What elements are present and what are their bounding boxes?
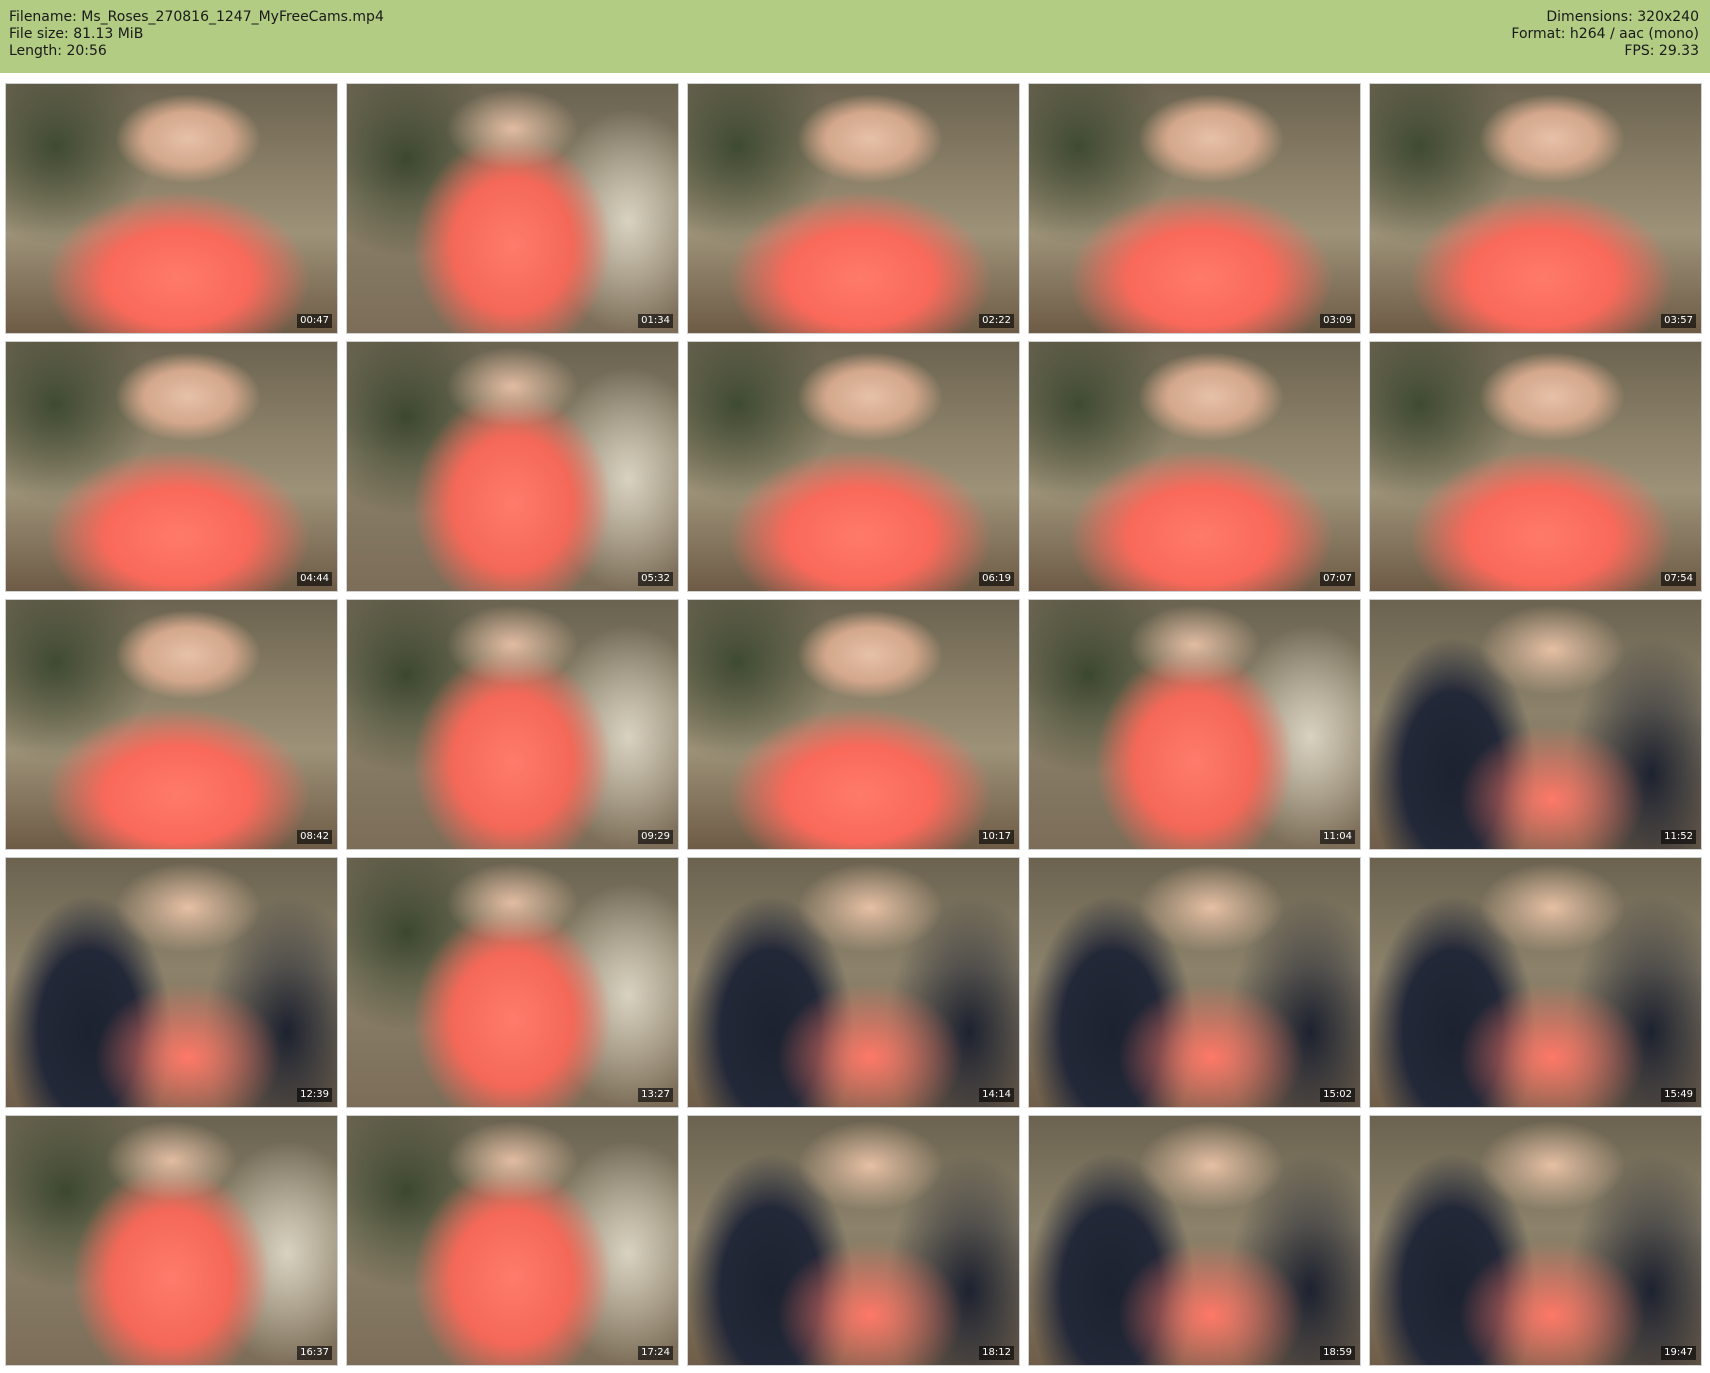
thumbnail: 12:39 (5, 857, 338, 1108)
thumbnail-timestamp: 00:47 (297, 314, 332, 328)
thumbnail: 13:27 (346, 857, 679, 1108)
thumbnail: 06:19 (687, 341, 1020, 592)
filename-text: Filename: Ms_Roses_270816_1247_MyFreeCam… (9, 9, 384, 25)
thumbnail-timestamp: 06:19 (979, 572, 1014, 586)
thumbnail: 01:34 (346, 83, 679, 334)
file-size-text: File size: 81.13 MiB (9, 26, 144, 42)
info-header: Filename: Ms_Roses_270816_1247_MyFreeCam… (0, 0, 1710, 73)
thumbnail-timestamp: 03:57 (1661, 314, 1696, 328)
thumbnail: 14:14 (687, 857, 1020, 1108)
format-text: Format: h264 / aac (mono) (1511, 26, 1699, 42)
thumbnail-timestamp: 14:14 (979, 1088, 1014, 1102)
thumbnail: 17:24 (346, 1115, 679, 1366)
thumbnail-grid: 00:47 01:34 02:22 03:09 03:57 04:44 05:3… (5, 83, 1705, 1366)
thumbnail-timestamp: 04:44 (297, 572, 332, 586)
thumbnail: 11:52 (1369, 599, 1702, 850)
thumbnail-timestamp: 19:47 (1661, 1346, 1696, 1360)
thumbnail-timestamp: 02:22 (979, 314, 1014, 328)
thumbnail: 02:22 (687, 83, 1020, 334)
thumbnail-timestamp: 13:27 (638, 1088, 673, 1102)
thumbnail-timestamp: 18:12 (979, 1346, 1014, 1360)
fps-text: FPS: 29.33 (1624, 43, 1699, 59)
thumbnail: 15:02 (1028, 857, 1361, 1108)
thumbnail-timestamp: 11:52 (1661, 830, 1696, 844)
thumbnail-timestamp: 07:54 (1661, 572, 1696, 586)
thumbnail-timestamp: 09:29 (638, 830, 673, 844)
thumbnail: 16:37 (5, 1115, 338, 1366)
thumbnail-timestamp: 07:07 (1320, 572, 1355, 586)
thumbnail-timestamp: 16:37 (297, 1346, 332, 1360)
thumbnail-timestamp: 15:02 (1320, 1088, 1355, 1102)
thumbnail: 03:09 (1028, 83, 1361, 334)
thumbnail: 07:07 (1028, 341, 1361, 592)
thumbnail-timestamp: 01:34 (638, 314, 673, 328)
header-left-info: Filename: Ms_Roses_270816_1247_MyFreeCam… (9, 9, 384, 60)
thumbnail-timestamp: 15:49 (1661, 1088, 1696, 1102)
thumbnail-timestamp: 12:39 (297, 1088, 332, 1102)
thumbnail-timestamp: 03:09 (1320, 314, 1355, 328)
thumbnail: 09:29 (346, 599, 679, 850)
thumbnail: 08:42 (5, 599, 338, 850)
thumbnail-timestamp: 10:17 (979, 830, 1014, 844)
dimensions-text: Dimensions: 320x240 (1546, 9, 1699, 25)
thumbnail-timestamp: 08:42 (297, 830, 332, 844)
thumbnail: 19:47 (1369, 1115, 1702, 1366)
header-right-info: Dimensions: 320x240 Format: h264 / aac (… (1511, 9, 1699, 60)
length-text: Length: 20:56 (9, 43, 107, 59)
thumbnail: 07:54 (1369, 341, 1702, 592)
thumbnail: 11:04 (1028, 599, 1361, 850)
thumbnail-timestamp: 18:59 (1320, 1346, 1355, 1360)
thumbnail: 18:59 (1028, 1115, 1361, 1366)
thumbnail: 18:12 (687, 1115, 1020, 1366)
thumbnail: 10:17 (687, 599, 1020, 850)
thumbnail: 00:47 (5, 83, 338, 334)
thumbnail: 05:32 (346, 341, 679, 592)
thumbnail-timestamp: 11:04 (1320, 830, 1355, 844)
thumbnail-timestamp: 05:32 (638, 572, 673, 586)
thumbnail: 15:49 (1369, 857, 1702, 1108)
thumbnail: 04:44 (5, 341, 338, 592)
thumbnail-timestamp: 17:24 (638, 1346, 673, 1360)
thumbnail: 03:57 (1369, 83, 1702, 334)
